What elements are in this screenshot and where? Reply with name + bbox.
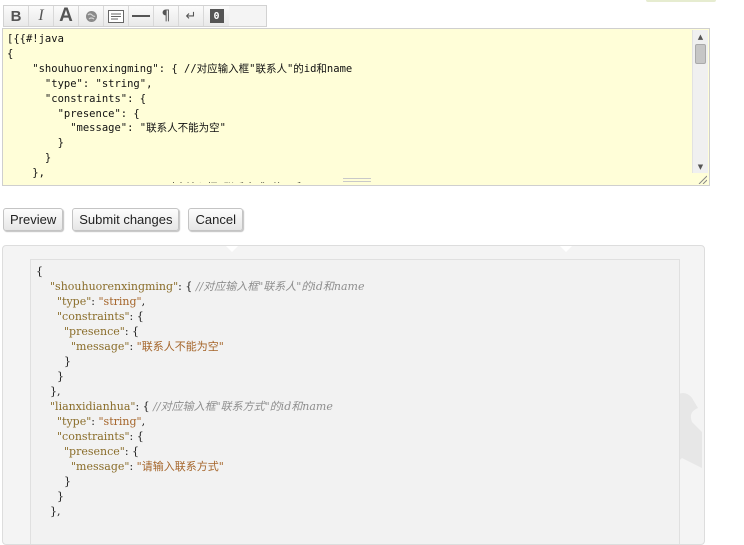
code-token: }, [36, 505, 61, 518]
italic-button[interactable]: I [29, 6, 54, 26]
code-line: } [36, 354, 365, 369]
code-line: "message": "请输入联系方式" [36, 459, 365, 474]
code-token: : { [129, 310, 144, 323]
code-line: "type": "string", [36, 294, 365, 309]
code-line: } [36, 474, 365, 489]
code-token: "presence" [63, 325, 125, 338]
code-token: : [91, 415, 99, 428]
code-token: "联系人不能为空" [136, 340, 224, 353]
code-token: "message" [70, 340, 130, 353]
code-line: } [36, 489, 365, 504]
line-break-button[interactable]: ↵ [179, 6, 204, 26]
code-token: "presence" [63, 445, 125, 458]
code-token: : { [178, 280, 196, 293]
submit-changes-button[interactable]: Submit changes [72, 208, 180, 231]
code-line: "constraints": { [36, 309, 365, 324]
code-line: "presence": { [36, 444, 365, 459]
bold-icon: B [10, 7, 22, 25]
editor-drag-handle[interactable] [343, 178, 371, 185]
code-token: //对应输入框"联系方式"的id和name [153, 400, 333, 413]
code-token: : [129, 340, 137, 353]
code-line: }, [36, 384, 365, 399]
top-accent-bar [646, 0, 716, 2]
code-token: : { [124, 445, 140, 458]
code-token: "string" [98, 295, 142, 308]
editor-textarea[interactable]: [{{#!java { "shouhuorenxingming": { //对应… [7, 32, 689, 183]
code-block-button[interactable]: 0 [204, 6, 229, 26]
code-token: : [129, 460, 137, 473]
wiki-editor[interactable]: [{{#!java { "shouhuorenxingming": { //对应… [2, 28, 710, 186]
code-token: } [36, 475, 71, 488]
code-line: "message": "联系人不能为空" [36, 339, 365, 354]
bold-button[interactable]: B [4, 6, 29, 26]
scroll-up-arrow-icon[interactable]: ▲ [693, 31, 708, 43]
paragraph-icon: ¶ [161, 8, 171, 24]
cancel-button[interactable]: Cancel [188, 208, 243, 231]
code-line: "constraints": { [36, 429, 365, 444]
code-token: : { [135, 400, 154, 413]
scroll-thumb[interactable] [695, 44, 706, 64]
code-line: "type": "string", [36, 414, 365, 429]
code-token: , [141, 295, 146, 308]
preview-notch-decoration [226, 246, 238, 252]
code-token: , [141, 415, 146, 428]
code-token: } [36, 355, 71, 368]
code-token: "shouhuorenxingming" [50, 280, 179, 293]
code-token: : { [124, 325, 140, 338]
horizontal-rule-icon [132, 15, 150, 17]
resize-grip-icon[interactable] [697, 174, 707, 184]
image-placeholder-icon [108, 9, 124, 23]
edit-actions: Preview Submit changes Cancel [3, 208, 243, 231]
scroll-down-arrow-icon[interactable]: ▼ [693, 161, 708, 173]
preview-notch-decoration [560, 246, 572, 252]
code-token: "type" [56, 415, 92, 428]
image-button[interactable] [104, 6, 129, 26]
code-token: "lianxidianhua" [50, 400, 136, 413]
code-line: } [36, 369, 365, 384]
code-token: }, [36, 385, 61, 398]
code-token: //对应输入框"联系人"的id和name [195, 280, 365, 293]
code-token: "请输入联系方式" [136, 460, 224, 473]
code-token: "constraints" [56, 430, 130, 443]
preview-button[interactable]: Preview [3, 208, 64, 231]
code-token: "constraints" [56, 310, 130, 323]
horizontal-rule-button[interactable] [129, 6, 154, 26]
code-block-icon: 0 [209, 9, 224, 23]
code-block: { "shouhuorenxingming": { //对应输入框"联系人"的i… [30, 259, 680, 544]
code-token: "type" [56, 295, 92, 308]
line-break-icon: ↵ [185, 8, 197, 24]
code-line: { [36, 264, 365, 279]
code-token: "message" [70, 460, 130, 473]
globe-link-icon [85, 10, 97, 22]
code-line: "shouhuorenxingming": { //对应输入框"联系人"的id和… [36, 279, 365, 294]
code-token: } [36, 370, 64, 383]
paragraph-button[interactable]: ¶ [154, 6, 179, 26]
font-size-icon: A [59, 5, 73, 26]
italic-icon: I [38, 7, 44, 24]
editor-toolbar: B I A ¶ ↵ 0 [3, 5, 267, 27]
font-size-button[interactable]: A [54, 5, 79, 26]
code-token: { [36, 265, 43, 278]
editor-scrollbar[interactable]: ▲ ▼ [692, 30, 708, 173]
code-token: } [36, 490, 64, 503]
code-token: "string" [98, 415, 142, 428]
code-line: }, [36, 504, 365, 519]
code-token: : [91, 295, 99, 308]
code-line: "presence": { [36, 324, 365, 339]
code-text: { "shouhuorenxingming": { //对应输入框"联系人"的i… [36, 264, 365, 519]
link-button[interactable] [79, 6, 104, 26]
code-line: "lianxidianhua": { //对应输入框"联系方式"的id和name [36, 399, 365, 414]
code-token: : { [129, 430, 144, 443]
preview-panel: { "shouhuorenxingming": { //对应输入框"联系人"的i… [2, 245, 705, 545]
